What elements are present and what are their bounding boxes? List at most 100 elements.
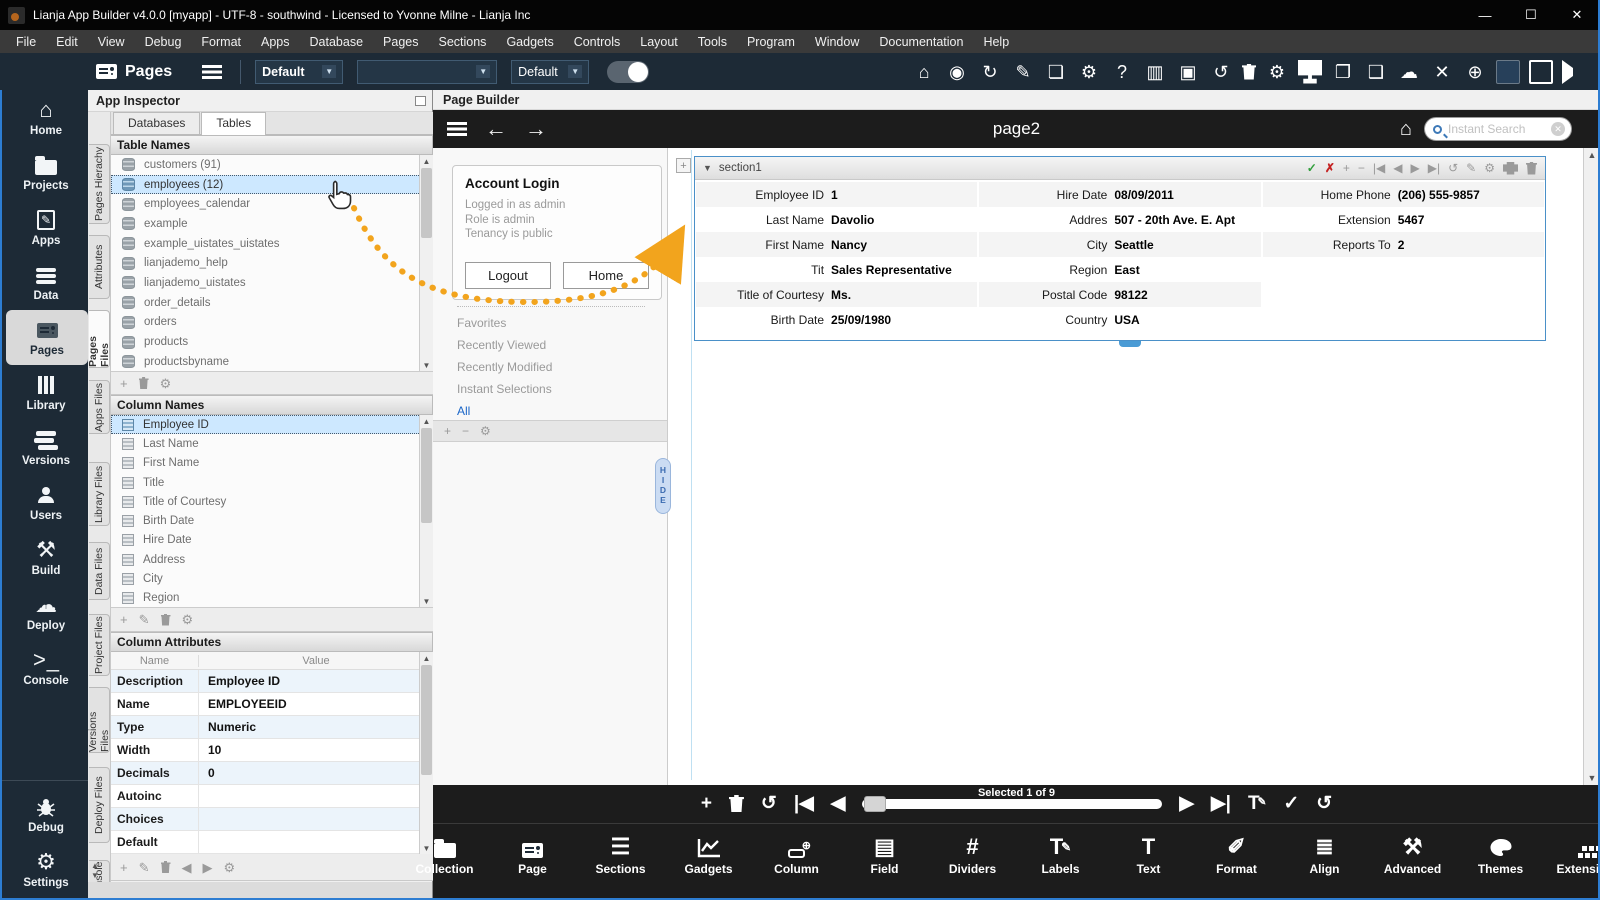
globe-icon[interactable]: ⊕	[1463, 60, 1487, 84]
detach-panel-icon[interactable]	[415, 95, 426, 106]
list-item[interactable]: Birth Date	[111, 511, 433, 530]
attribute-row[interactable]: Autoinc	[111, 785, 433, 808]
pencil-icon[interactable]: ✎	[139, 861, 150, 874]
section1-header[interactable]: ▼ section1 ✓ ✗ + − |◀ ◀ ▶ ▶| ↺ ✎ ⚙	[695, 157, 1545, 180]
form-field-last-name[interactable]: Last Name Davolio	[696, 207, 977, 232]
menu-item-gadgets[interactable]: Gadgets	[496, 32, 563, 52]
close-icon[interactable]: ✕	[1430, 60, 1454, 84]
help-app-icon[interactable]: ?	[1110, 60, 1134, 84]
menu-item-format[interactable]: Format	[191, 32, 251, 52]
form-field-tit[interactable]: Tit Sales Representative	[696, 257, 977, 282]
trash-icon[interactable]	[728, 795, 744, 812]
cloud-upload-icon[interactable]: ☁	[1397, 60, 1421, 84]
trash-icon[interactable]	[160, 613, 171, 626]
sidebar-item-deploy[interactable]: ☁ ↑ Deploy	[2, 585, 90, 640]
scroll-down-icon[interactable]: ▼	[420, 359, 433, 371]
undo-icon[interactable]: ↺	[1316, 794, 1332, 813]
list-item[interactable]: order_details	[111, 293, 433, 313]
form-field-country[interactable]: Country USA	[979, 307, 1260, 332]
inspector-tab-deploy-files[interactable]: Deploy Files	[89, 767, 110, 843]
form-field-first-name[interactable]: First Name Nancy	[696, 232, 978, 257]
section-resize-handle[interactable]	[1119, 341, 1141, 347]
hamburger-icon[interactable]	[202, 64, 223, 79]
scroll-down-icon[interactable]: ▼	[420, 595, 433, 607]
minimize-button[interactable]: —	[1462, 0, 1508, 30]
inspector-tab-data-files[interactable]: Data Files	[89, 542, 110, 600]
scroll-thumb[interactable]	[421, 168, 432, 238]
list-item[interactable]: Title	[111, 473, 433, 492]
form-field-region[interactable]: Region East	[979, 257, 1260, 282]
list-item[interactable]: Address	[111, 550, 433, 569]
nav-next-icon[interactable]: ▶	[203, 861, 213, 874]
list-item[interactable]: First Name	[111, 454, 433, 473]
close-button[interactable]: ✕	[1554, 0, 1600, 30]
nav-prev-icon[interactable]: ◀	[1393, 162, 1402, 174]
list-item[interactable]: lianjademo_uistates	[111, 273, 433, 293]
mode-toggle[interactable]	[607, 60, 650, 83]
sidebar-item-pages[interactable]: Pages	[6, 310, 88, 365]
style-dropdown[interactable]: Default ▼	[511, 59, 590, 84]
dock-item-column[interactable]: Column	[770, 832, 824, 898]
form-field-hire-date[interactable]: Hire Date 08/09/2011	[979, 182, 1261, 207]
scroll-up-icon[interactable]: ▲	[420, 415, 433, 427]
home-icon[interactable]: ⌂	[912, 60, 936, 84]
attributes-scrollbar[interactable]: ▲ ▼	[419, 652, 433, 854]
list-item[interactable]: Employee ID	[111, 415, 433, 435]
list-item[interactable]: Hire Date	[111, 531, 433, 550]
sidebar-item-home[interactable]: ⌂ Home	[2, 90, 90, 145]
menu-item-view[interactable]: View	[88, 32, 135, 52]
trash-icon[interactable]	[160, 861, 171, 873]
trash-icon[interactable]	[138, 377, 149, 389]
cross-icon[interactable]: ✗	[1325, 162, 1335, 174]
attribute-row[interactable]: Description Employee ID	[111, 670, 433, 693]
tablet-icon[interactable]	[1496, 59, 1520, 84]
save-icon[interactable]: ▣	[1176, 60, 1200, 84]
theme-dropdown[interactable]: Default ▼	[255, 59, 344, 84]
menu-item-documentation[interactable]: Documentation	[869, 32, 973, 52]
link-all[interactable]: All	[457, 404, 647, 418]
attribute-row[interactable]: Width 10	[111, 739, 433, 762]
list-item[interactable]: employees (12)	[111, 174, 433, 195]
dock-item-align[interactable]: ≣ Align	[1298, 832, 1352, 898]
pencil-icon[interactable]: ✎	[1466, 162, 1476, 174]
phone-icon[interactable]	[1529, 59, 1553, 84]
tab-databases[interactable]: Databases	[113, 112, 201, 134]
list-item[interactable]: lianjademo_help	[111, 253, 433, 273]
dock-item-text[interactable]: T Text	[1122, 832, 1176, 898]
sidebar-item-users[interactable]: Users	[2, 475, 90, 530]
menu-item-pages[interactable]: Pages	[373, 32, 428, 52]
plus-icon[interactable]: +	[1343, 162, 1350, 174]
list-item[interactable]: Title of Courtesy	[111, 492, 433, 511]
scroll-up-icon[interactable]: ▲	[420, 652, 433, 664]
list-item[interactable]: City	[111, 569, 433, 588]
trash-icon[interactable]	[1526, 161, 1537, 175]
sidebar-item-console[interactable]: > _ Console	[2, 640, 90, 695]
dock-item-sections[interactable]: ☰ Sections	[594, 832, 648, 898]
menu-item-program[interactable]: Program	[737, 32, 805, 52]
menu-item-controls[interactable]: Controls	[564, 32, 631, 52]
minus-icon[interactable]: −	[1358, 162, 1365, 174]
nav-next-icon[interactable]: ▶	[1179, 794, 1194, 813]
inspector-tab-apps-files[interactable]: Apps Files	[89, 380, 110, 434]
dock-item-field[interactable]: ▤ Field	[858, 832, 912, 898]
list-item[interactable]: customers (91)	[111, 155, 433, 175]
list-item[interactable]: example_uistates_uistates	[111, 234, 433, 254]
scroll-up-icon[interactable]: ▲	[1584, 148, 1600, 162]
plus-icon[interactable]: +	[444, 425, 451, 437]
home-page-icon[interactable]: ⌂	[1400, 118, 1412, 141]
sidebar-item-data[interactable]: Data	[2, 255, 90, 310]
logout-button[interactable]: Logout	[465, 262, 551, 289]
list-item[interactable]: employees_calendar	[111, 194, 433, 214]
sidebar-item-versions[interactable]: Versions	[2, 420, 90, 475]
refresh-icon[interactable]: ↺	[761, 794, 777, 813]
menu-item-debug[interactable]: Debug	[135, 32, 192, 52]
link-recently-modified[interactable]: Recently Modified	[457, 360, 647, 374]
refresh-icon[interactable]: ↺	[1448, 162, 1458, 174]
list-item[interactable]: orders	[111, 313, 433, 333]
edit-app-icon[interactable]: ✎	[1011, 60, 1035, 84]
attribute-row[interactable]: Choices	[111, 808, 433, 831]
instant-search-box[interactable]: Instant Search ✕	[1424, 117, 1572, 141]
menu-item-tools[interactable]: Tools	[688, 32, 737, 52]
dock-item-extensions[interactable]: Extensions	[1556, 832, 1600, 898]
link-recently-viewed[interactable]: Recently Viewed	[457, 338, 647, 352]
